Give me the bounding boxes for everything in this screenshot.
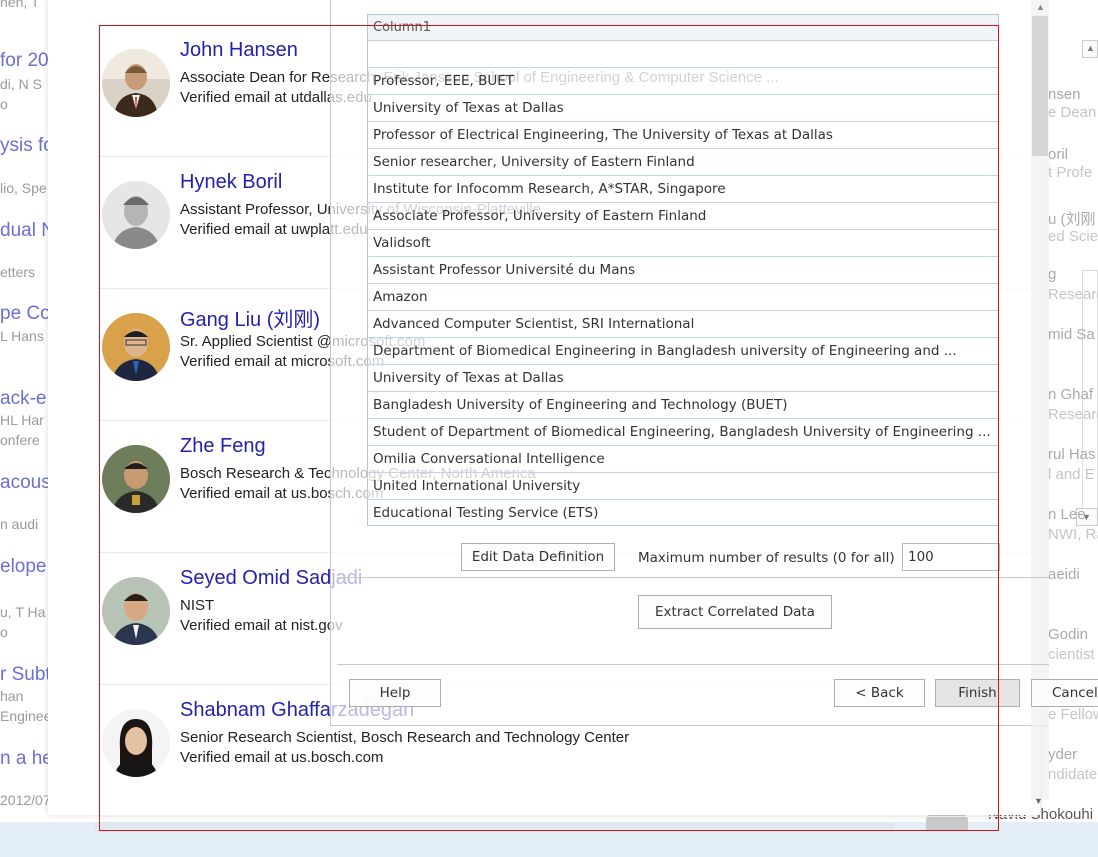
background-text-fragment: r Subt <box>0 664 51 685</box>
grid-row[interactable]: Professor, EEE, BUET <box>368 68 998 95</box>
background-scroll-up-button: ▲ <box>1082 40 1098 58</box>
grid-row[interactable]: Amazon <box>368 284 998 311</box>
extract-data-wizard: Column1 Professor, EEE, BUET University o… <box>330 0 1098 800</box>
background-text-fragment: ack-e <box>0 388 47 409</box>
taskbar-highlight <box>95 822 895 832</box>
background-text-fragment: cientist <box>1048 646 1095 663</box>
avatar <box>102 313 170 381</box>
background-text-fragment: o <box>0 96 8 112</box>
background-text-fragment: e Fellow <box>1048 706 1098 723</box>
background-text-fragment: Researc <box>1048 286 1098 303</box>
edit-data-definition-button[interactable]: Edit Data Definition <box>461 543 615 571</box>
background-text-fragment: n a he <box>0 748 53 769</box>
extract-correlated-data-button[interactable]: Extract Correlated Data <box>638 595 832 629</box>
grid-row[interactable]: Omilia Conversational Intelligence <box>368 446 998 473</box>
background-text-fragment: nsen <box>1048 86 1081 103</box>
background-text-fragment: HL Har <box>0 412 44 428</box>
background-text-fragment: acous <box>0 472 51 493</box>
avatar <box>102 577 170 645</box>
grid-row[interactable]: United International University <box>368 473 998 500</box>
background-text-fragment: nen, T <box>0 0 40 10</box>
grid-row[interactable]: University of Texas at Dallas <box>368 365 998 392</box>
grid-row[interactable]: Educational Testing Service (ETS) <box>368 500 998 525</box>
background-text-fragment: g <box>1048 266 1057 283</box>
max-results-input[interactable]: 100 <box>902 543 1000 571</box>
profile-name[interactable]: Gang Liu (刘刚) <box>180 303 320 332</box>
profile-name[interactable]: Zhe Feng <box>180 435 266 458</box>
background-text-fragment: n Ghaf <box>1048 386 1094 403</box>
grid-rows: Professor, EEE, BUET University of Texas … <box>368 41 998 525</box>
grid-row[interactable]: Associate Professor, University of Easte… <box>368 203 998 230</box>
grid-row[interactable]: Department of Biomedical Engineering in … <box>368 338 998 365</box>
background-text-fragment: u, T Ha <box>0 604 46 620</box>
finish-button[interactable]: Finish <box>935 679 1020 707</box>
grid-row[interactable]: Validsoft <box>368 230 998 257</box>
scroll-down-arrow-icon[interactable]: ▼ <box>1034 796 1043 806</box>
background-text-fragment: elope <box>0 556 47 577</box>
background-text-fragment: oril <box>1048 146 1069 163</box>
grid-row[interactable]: Assistant Professor Université du Mans <box>368 257 998 284</box>
avatar <box>102 445 170 513</box>
background-text-fragment: for 20 <box>0 50 49 71</box>
page-scrollbar[interactable]: ▼ <box>1030 0 1048 815</box>
background-text-fragment: lio, Spe <box>0 180 47 196</box>
grid-row[interactable]: Bangladesh University of Engineering and… <box>368 392 998 419</box>
grid-row[interactable]: Advanced Computer Scientist, SRI Interna… <box>368 311 998 338</box>
avatar <box>102 709 170 777</box>
background-text-fragment: n audi <box>0 516 39 532</box>
background-text-fragment: Researc <box>1048 406 1098 423</box>
background-text-fragment: di, N S <box>0 76 43 92</box>
max-results-label: Maximum number of results (0 for all) <box>638 550 895 566</box>
results-grid[interactable]: Column1 Professor, EEE, BUET University o… <box>367 14 999 526</box>
grid-row[interactable]: Professor of Electrical Engineering, The… <box>368 122 998 149</box>
background-text-fragment: han <box>0 688 24 704</box>
wizard-divider <box>337 577 1049 578</box>
background-text-fragment: L Hans <box>0 328 44 344</box>
grid-row[interactable]: Senior researcher, University of Eastern… <box>368 149 998 176</box>
profile-email: Verified email at us.bosch.com <box>180 749 384 766</box>
profile-affiliation: Senior Research Scientist, Bosch Researc… <box>180 729 630 746</box>
background-text-fragment: rul Has <box>1048 446 1096 463</box>
background-text-fragment: o <box>0 624 8 640</box>
background-text-fragment: dual N <box>0 220 55 241</box>
back-button[interactable]: < Back <box>834 679 925 707</box>
background-text-fragment: 2012/07 <box>0 792 51 808</box>
profile-email: Verified email at nist.gov <box>180 617 343 634</box>
grid-column-header[interactable]: Column1 <box>368 15 998 41</box>
help-button[interactable]: Help <box>349 679 441 707</box>
background-text-fragment: l and E <box>1048 466 1095 483</box>
background-text-fragment: yder <box>1048 746 1078 763</box>
background-text-fragment: mid Sa <box>1048 326 1095 343</box>
profile-name[interactable]: John Hansen <box>180 39 298 62</box>
background-text-fragment: etters <box>0 264 36 280</box>
background-text-fragment: Enginee <box>0 708 52 724</box>
background-text-fragment: ed Scie <box>1048 228 1098 245</box>
grid-row[interactable]: University of Texas at Dallas <box>368 95 998 122</box>
background-text-fragment: u (刘刚 <box>1048 211 1096 228</box>
background-text-fragment: t Profe <box>1048 164 1093 181</box>
profile-name[interactable]: Hynek Boril <box>180 171 282 194</box>
grid-row[interactable]: Student of Department of Biomedical Engi… <box>368 419 998 446</box>
background-text-fragment: aeidi <box>1048 566 1080 583</box>
background-text-fragment: pe Co <box>0 303 51 324</box>
avatar <box>102 49 170 117</box>
background-text-fragment: NWI, Ra <box>1048 526 1098 543</box>
grid-row[interactable]: Institute for Infocomm Research, A*STAR,… <box>368 176 998 203</box>
grid-row[interactable] <box>368 41 998 68</box>
background-text-fragment: n Lee <box>1048 506 1086 523</box>
wizard-footer-divider <box>337 664 1049 665</box>
background-text-fragment: ndidate <box>1048 766 1098 783</box>
background-text-fragment: ysis fo <box>0 135 54 156</box>
background-text-fragment: onfere <box>0 432 40 448</box>
background-text-fragment: e Dean <box>1048 104 1097 121</box>
avatar <box>102 181 170 249</box>
profile-affiliation: NIST <box>180 597 215 614</box>
background-text-fragment: Godin <box>1048 626 1089 643</box>
